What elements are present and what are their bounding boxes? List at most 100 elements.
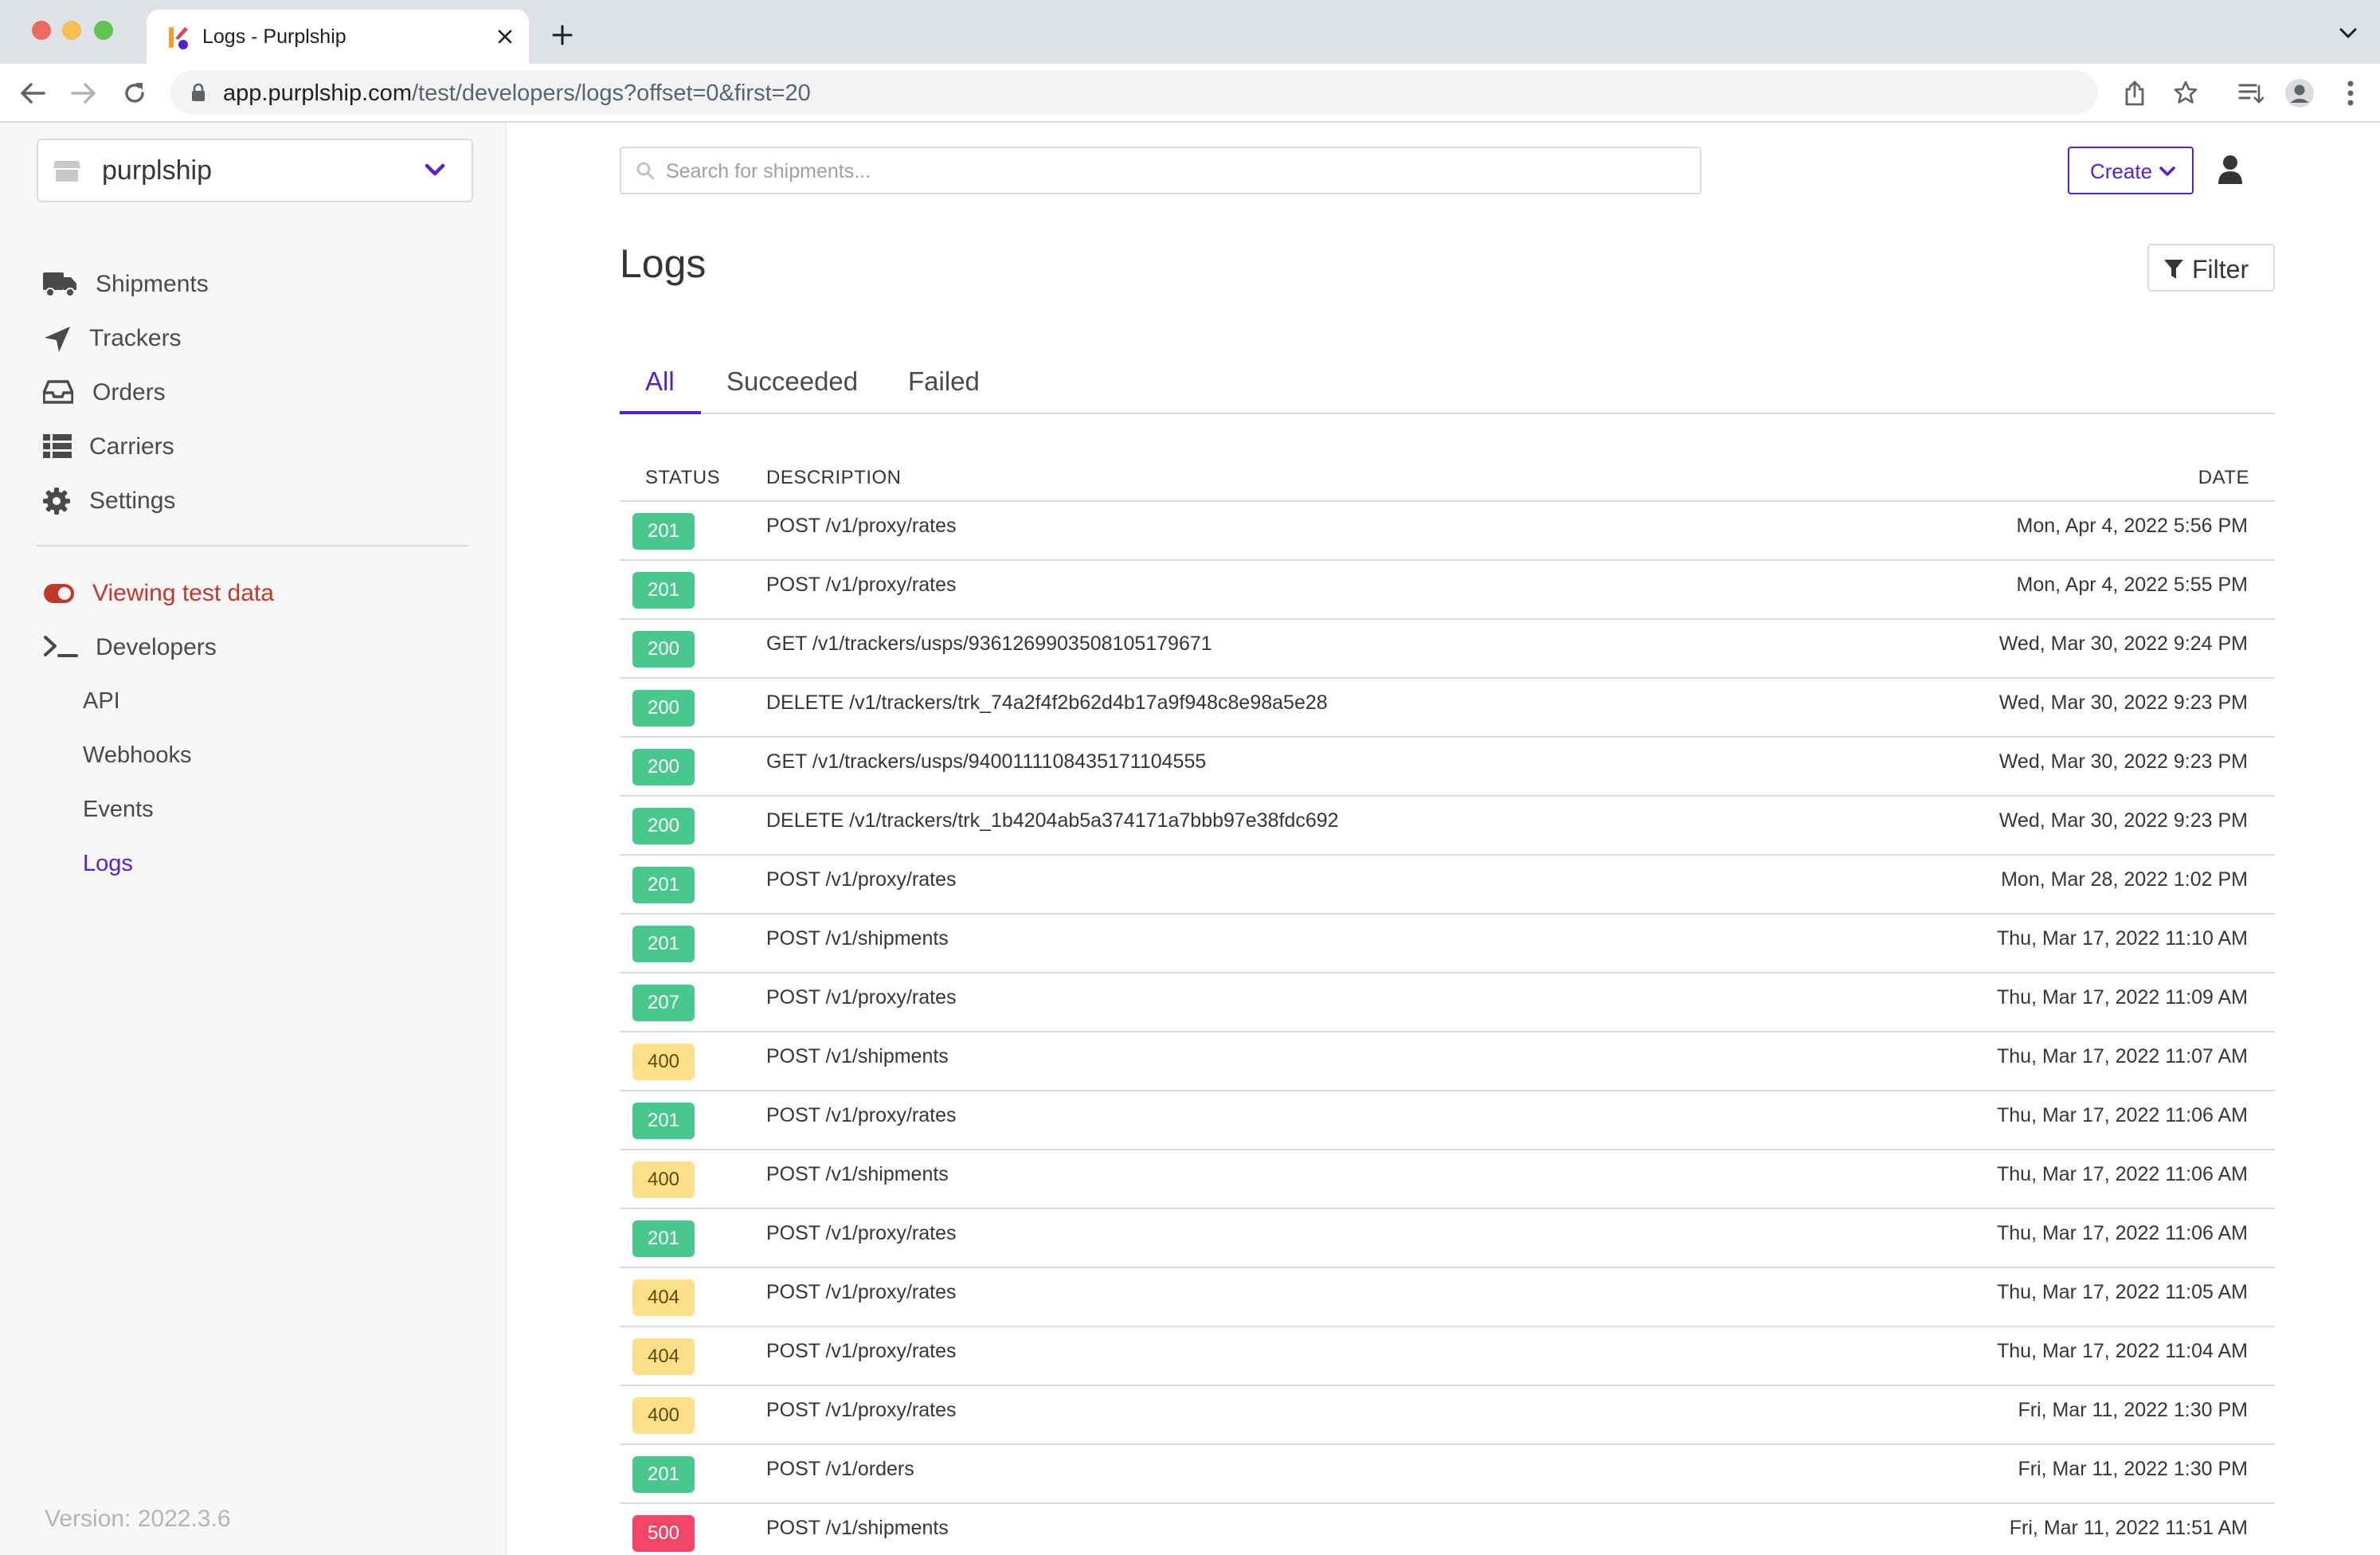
back-arrow-icon[interactable] <box>19 81 46 105</box>
window-close-button[interactable] <box>32 21 51 40</box>
status-badge: 200 <box>632 690 695 727</box>
table-row[interactable]: 404 POST /v1/proxy/rates Thu, Mar 17, 2022… <box>620 1268 2275 1327</box>
window-minimize-button[interactable] <box>62 21 81 40</box>
organization-switcher[interactable]: purplship <box>37 139 473 202</box>
chevron-down-icon <box>2159 166 2175 176</box>
gear-icon <box>43 488 70 515</box>
table-row[interactable]: 201 POST /v1/proxy/rates Mon, Apr 4, 2022 … <box>620 561 2275 620</box>
log-description: DELETE /v1/trackers/trk_74a2f4f2b62d4b17… <box>766 691 1328 714</box>
share-icon[interactable] <box>2124 80 2146 107</box>
status-badge: 201 <box>632 1456 695 1493</box>
log-date: Thu, Mar 17, 2022 11:10 AM <box>1996 927 2248 950</box>
log-date: Thu, Mar 17, 2022 11:07 AM <box>1996 1045 2248 1067</box>
status-badge: 200 <box>632 749 695 785</box>
address-bar[interactable]: app.purplship.com/test/developers/logs?o… <box>170 70 2098 115</box>
store-icon <box>53 161 80 182</box>
log-date: Wed, Mar 30, 2022 9:23 PM <box>1998 750 2248 773</box>
log-date: Wed, Mar 30, 2022 9:23 PM <box>1998 691 2248 714</box>
status-badge: 404 <box>632 1279 695 1316</box>
create-button[interactable]: Create <box>2068 147 2194 194</box>
table-row[interactable]: 201 POST /v1/proxy/rates Mon, Apr 4, 2022 … <box>620 502 2275 561</box>
sidebar-divider <box>37 545 468 546</box>
tabs-baseline <box>620 413 2275 414</box>
status-badge: 201 <box>632 1220 695 1257</box>
log-description: POST /v1/proxy/rates <box>766 1281 957 1303</box>
log-date: Wed, Mar 30, 2022 9:23 PM <box>1998 809 2248 832</box>
filter-button[interactable]: Filter <box>2147 244 2275 292</box>
status-badge: 201 <box>632 1103 695 1139</box>
tab-all[interactable]: All <box>645 366 675 397</box>
location-arrow-icon <box>45 327 70 352</box>
status-badge: 200 <box>632 631 695 668</box>
sidebar-subitem-api[interactable]: API <box>83 688 120 715</box>
log-date: Fri, Mar 11, 2022 1:30 PM <box>2018 1399 2248 1421</box>
table-row[interactable]: 200 GET /v1/trackers/usps/936126990350810… <box>620 620 2275 679</box>
log-date: Mon, Apr 4, 2022 5:55 PM <box>2016 574 2248 596</box>
browser-tab-bar: Logs - Purplship <box>0 0 2380 64</box>
status-badge: 400 <box>632 1044 695 1080</box>
table-row[interactable]: 201 POST /v1/proxy/rates Mon, Mar 28, 2022… <box>620 856 2275 915</box>
table-row[interactable]: 200 DELETE /v1/trackers/trk_74a2f4f2b62d4… <box>620 679 2275 738</box>
table-row[interactable]: 400 POST /v1/proxy/rates Fri, Mar 11, 2022… <box>620 1386 2275 1445</box>
truck-icon <box>43 272 76 297</box>
search-box <box>620 147 1701 194</box>
tab-succeeded[interactable]: Succeeded <box>726 366 858 397</box>
purplship-favicon-icon <box>169 27 188 49</box>
table-row[interactable]: 200 GET /v1/trackers/usps/940011110843517… <box>620 738 2275 797</box>
new-tab-icon[interactable] <box>551 24 573 46</box>
status-badge: 207 <box>632 985 695 1021</box>
log-description: POST /v1/shipments <box>766 1163 949 1185</box>
tab-close-icon[interactable] <box>495 27 515 46</box>
table-row[interactable]: 207 POST /v1/proxy/rates Thu, Mar 17, 2022… <box>620 973 2275 1032</box>
status-badge: 201 <box>632 926 695 962</box>
log-date: Mon, Apr 4, 2022 5:56 PM <box>2016 515 2248 537</box>
browser-menu-icon[interactable] <box>2347 80 2355 107</box>
log-description: POST /v1/shipments <box>766 1517 949 1539</box>
log-description: POST /v1/orders <box>766 1458 914 1480</box>
sidebar-subitem-logs[interactable]: Logs <box>83 851 133 877</box>
table-row[interactable]: 400 POST /v1/shipments Thu, Mar 17, 2022 1… <box>620 1150 2275 1209</box>
log-date: Wed, Mar 30, 2022 9:24 PM <box>1998 633 2248 655</box>
table-row[interactable]: 500 POST /v1/shipments Fri, Mar 11, 2022 1… <box>620 1504 2275 1555</box>
log-description: POST /v1/proxy/rates <box>766 574 957 596</box>
profile-avatar-icon[interactable] <box>2284 78 2315 108</box>
column-header-date: DATE <box>2198 467 2249 488</box>
log-description: POST /v1/proxy/rates <box>766 1222 957 1244</box>
lock-icon <box>192 83 205 101</box>
sidebar: purplship Shipments Trackers Orders Carr… <box>0 123 507 1555</box>
log-date: Thu, Mar 17, 2022 11:06 AM <box>1996 1104 2248 1126</box>
log-date: Thu, Mar 17, 2022 11:06 AM <box>1996 1222 2248 1244</box>
log-description: POST /v1/proxy/rates <box>766 1340 957 1362</box>
toggle-on-icon <box>44 584 74 603</box>
log-description: DELETE /v1/trackers/trk_1b4204ab5a374171… <box>766 809 1339 832</box>
table-row[interactable]: 201 POST /v1/proxy/rates Thu, Mar 17, 2022… <box>620 1091 2275 1150</box>
table-row[interactable]: 200 DELETE /v1/trackers/trk_1b4204ab5a374… <box>620 797 2275 856</box>
table-row[interactable]: 201 POST /v1/orders Fri, Mar 11, 2022 1:30… <box>620 1445 2275 1504</box>
status-badge: 400 <box>632 1397 695 1434</box>
search-icon <box>636 162 655 180</box>
bookmark-star-icon[interactable] <box>2173 80 2198 105</box>
sidebar-subitem-events[interactable]: Events <box>83 797 154 823</box>
sidebar-subitem-webhooks[interactable]: Webhooks <box>83 742 192 769</box>
tab-failed[interactable]: Failed <box>908 366 980 397</box>
log-description: POST /v1/shipments <box>766 927 949 950</box>
browser-toolbar: app.purplship.com/test/developers/logs?o… <box>0 64 2380 123</box>
table-row[interactable]: 404 POST /v1/proxy/rates Thu, Mar 17, 2022… <box>620 1327 2275 1386</box>
window-zoom-button[interactable] <box>94 21 113 40</box>
log-date: Fri, Mar 11, 2022 11:51 AM <box>2009 1517 2248 1539</box>
tab-search-chevron-icon[interactable] <box>2339 27 2358 40</box>
browser-tab[interactable]: Logs - Purplship <box>147 10 529 64</box>
reload-icon[interactable] <box>121 80 148 107</box>
log-date: Thu, Mar 17, 2022 11:05 AM <box>1996 1281 2248 1303</box>
log-date: Thu, Mar 17, 2022 11:04 AM <box>1996 1340 2248 1362</box>
sidebar-item-label: Developers <box>96 634 217 660</box>
search-input[interactable] <box>666 156 1685 186</box>
log-description: POST /v1/proxy/rates <box>766 515 957 537</box>
table-row[interactable]: 201 POST /v1/proxy/rates Thu, Mar 17, 2022… <box>620 1209 2275 1268</box>
user-account-icon[interactable] <box>2218 155 2243 185</box>
table-row[interactable]: 400 POST /v1/shipments Thu, Mar 17, 2022 1… <box>620 1032 2275 1091</box>
reading-list-icon[interactable] <box>2238 81 2264 105</box>
sidebar-item-label: Carriers <box>89 433 174 460</box>
forward-arrow-icon[interactable] <box>70 81 97 105</box>
table-row[interactable]: 201 POST /v1/shipments Thu, Mar 17, 2022 1… <box>620 915 2275 973</box>
